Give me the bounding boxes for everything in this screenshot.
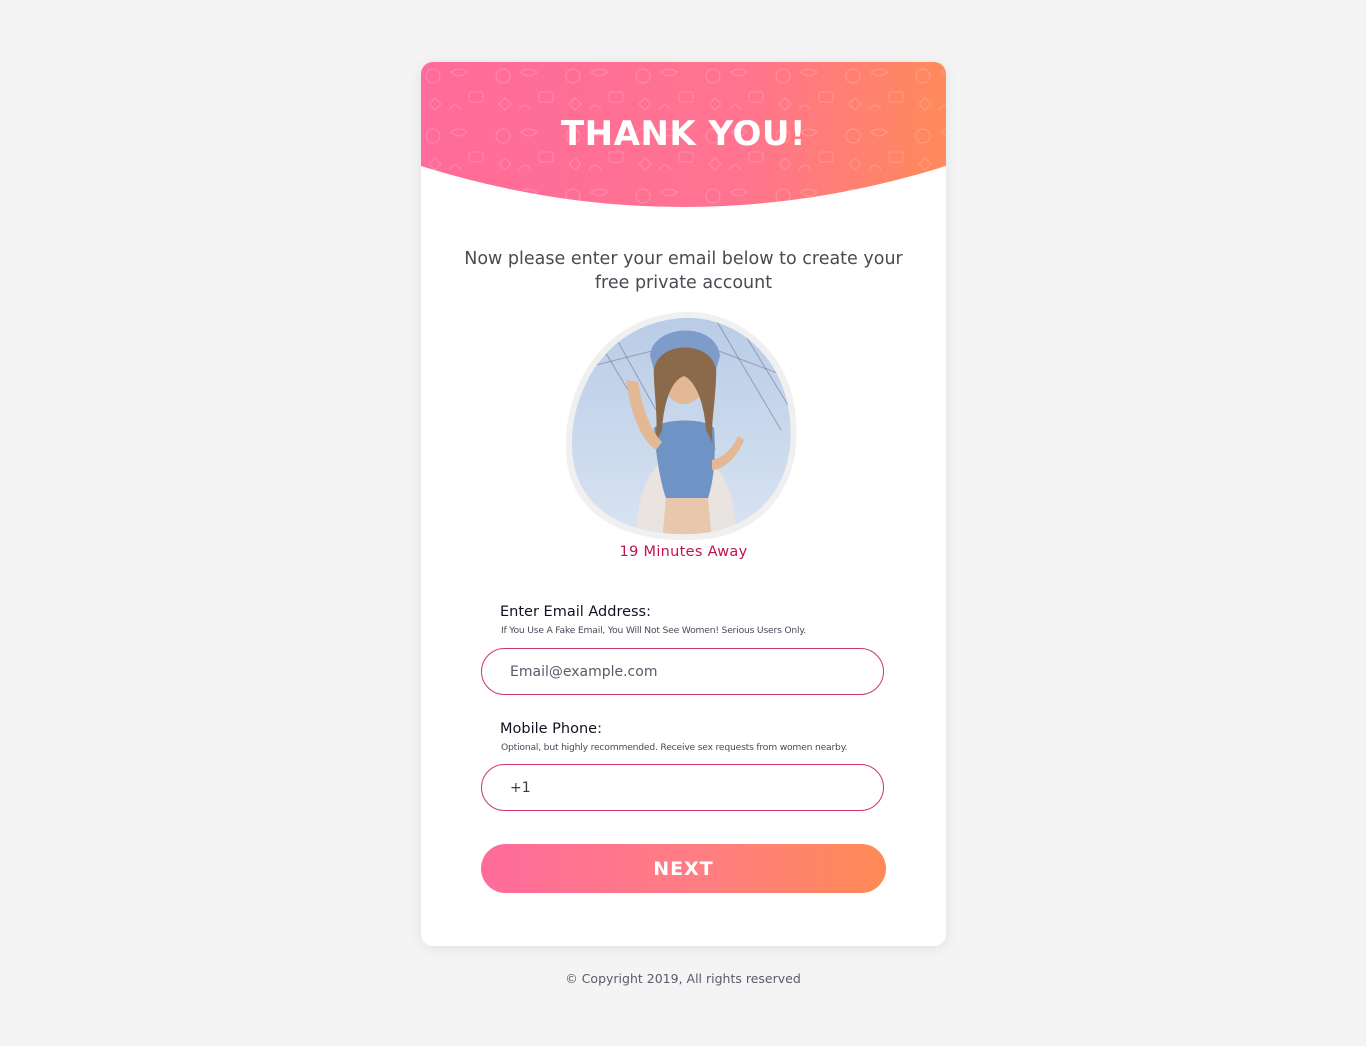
phone-hint: Optional, but highly recommended. Receiv… (501, 742, 848, 753)
email-hint: If You Use A Fake Email, You Will Not Se… (501, 625, 807, 636)
instruction-text: Now please enter your email below to cre… (464, 249, 903, 293)
profile-photo (565, 311, 797, 541)
phone-label: Mobile Phone: (500, 721, 602, 737)
email-input[interactable] (481, 648, 884, 695)
phone-input[interactable] (481, 764, 884, 811)
email-label: Enter Email Address: (500, 604, 651, 620)
signup-card: THANK YOU! Now please enter your email b… (421, 62, 946, 946)
copyright-text: © Copyright 2019, All rights reserved (565, 971, 801, 986)
profile-avatar (565, 310, 798, 542)
header-banner: THANK YOU! (421, 62, 946, 216)
next-button[interactable]: NEXT (481, 844, 886, 893)
distance-text: 19 Minutes Away (619, 544, 748, 560)
page-title: THANK YOU! (560, 114, 807, 154)
